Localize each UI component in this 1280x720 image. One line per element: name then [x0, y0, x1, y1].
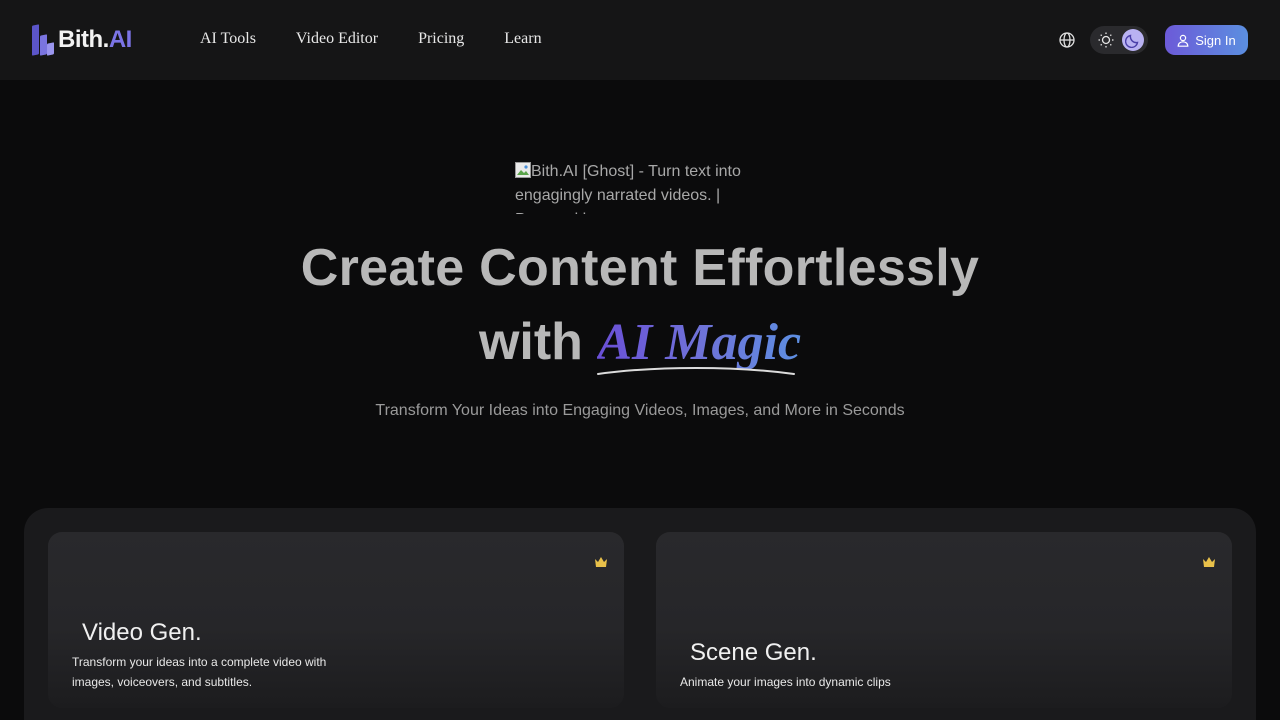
main-nav: AI Tools Video Editor Pricing Learn: [200, 30, 582, 48]
sun-icon: [1098, 32, 1114, 48]
sign-in-button[interactable]: Sign In: [1165, 25, 1248, 55]
hero-image: Bith.AI [Ghost] - Turn text into engagin…: [515, 160, 765, 214]
card-description: Transform your ideas into a complete vid…: [72, 655, 327, 689]
globe-icon[interactable]: [1058, 31, 1076, 49]
card-description: Animate your images into dynamic clips: [680, 675, 891, 689]
logo-mark-icon: [32, 23, 54, 57]
logo-text: Bith.AI: [58, 26, 132, 53]
hero-title-line2: with AI Magic: [0, 312, 1280, 372]
user-icon: [1177, 34, 1189, 47]
nav-learn[interactable]: Learn: [504, 30, 541, 48]
crown-icon: [1203, 557, 1215, 567]
card-title: Video Gen.: [82, 619, 202, 646]
sign-in-label: Sign In: [1195, 32, 1236, 48]
hero-with: with: [478, 313, 583, 371]
card-title: Scene Gen.: [690, 639, 817, 666]
theme-toggle[interactable]: [1090, 26, 1148, 54]
hero-subtitle: Transform Your Ideas into Engaging Video…: [375, 402, 905, 419]
logo[interactable]: Bith.AI: [32, 23, 132, 57]
hero-ai-magic: AI Magic: [597, 314, 802, 371]
nav-ai-tools[interactable]: AI Tools: [200, 30, 256, 48]
nav-video-editor[interactable]: Video Editor: [296, 30, 378, 48]
nav-pricing[interactable]: Pricing: [418, 30, 464, 48]
underline-swoosh: [597, 367, 795, 375]
crown-icon: [595, 557, 607, 567]
moon-icon: [1122, 29, 1144, 51]
broken-image-icon: [515, 162, 531, 178]
card-video-gen[interactable]: Video Gen. Transform your ideas into a c…: [48, 532, 624, 708]
card-scene-gen[interactable]: Scene Gen. Animate your images into dyna…: [656, 532, 1232, 708]
top-header: Bith.AI AI Tools Video Editor Pricing Le…: [0, 0, 1280, 80]
hero-image-alt: Bith.AI [Ghost] - Turn text into engagin…: [515, 163, 741, 214]
hero-title: Create Content Effortlessly: [300, 239, 980, 297]
